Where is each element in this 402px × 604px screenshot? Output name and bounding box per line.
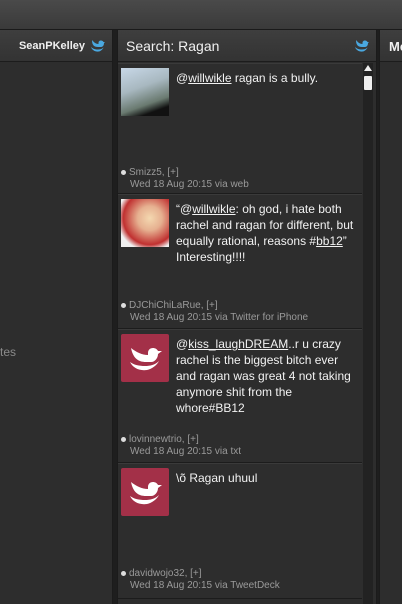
hashtag-link[interactable]: bb12 [316,234,343,248]
mention-link[interactable]: willwikle [192,202,235,216]
tweet-text-part: @ [176,337,189,351]
mention-link[interactable]: willwikle [188,71,231,85]
column-title[interactable]: Search: Ragan [126,38,219,54]
tweet-list: @willwikle ragan is a bully. Smizz5, [+]… [118,63,362,604]
user-avatar[interactable] [121,199,169,247]
user-avatar[interactable] [121,334,169,382]
column-header: Search: Ragan [118,30,376,62]
tweet-meta: davidwojo32, [+] Wed 18 Aug 20:15 via Tw… [121,568,280,592]
column-header: SeanPKelley [0,30,112,62]
column-me: Me [379,30,402,604]
tweet-text: @willwikle ragan is a bully. [176,70,360,86]
tweet-item[interactable]: @kiss_laughDREAM..r u crazy rachel is th… [118,329,362,463]
tweet-list-scrollbar[interactable] [363,63,373,604]
column-title[interactable]: Me [389,39,402,54]
tweet-text-part: ragan is a bully. [231,71,319,85]
user-avatar[interactable] [121,468,169,516]
column-title[interactable]: SeanPKelley [19,40,85,52]
tweet-item[interactable]: @willwikle ragan is a bully. Smizz5, [+]… [118,63,362,194]
scroll-up-arrow-icon[interactable] [364,65,372,71]
default-bird-icon [130,482,162,505]
tweet-item[interactable]: “@willwikle: oh god, i hate both rachel … [118,194,362,329]
twitter-bird-icon[interactable] [89,39,105,53]
column-search-ragan: Search: Ragan @willwikle ragan is a bull… [117,30,377,604]
tweet-meta: DJChiChiLaRue, [+] Wed 18 Aug 20:15 via … [121,300,308,324]
tweet-text-part: “@ [176,202,193,216]
tweet-timestamp: Wed 18 Aug 20:15 via Twitter for iPhone [130,312,309,323]
tweet-meta: lovinnewtrio, [+] Wed 18 Aug 20:15 via t… [121,434,241,458]
status-dot-icon [121,302,126,308]
user-avatar[interactable] [121,68,169,116]
tweet-meta: Smizz5, [+] Wed 18 Aug 20:15 via web [121,167,249,191]
status-dot-icon [121,169,126,175]
mention-link[interactable]: kiss_laughDREAM [188,337,288,351]
default-bird-icon [130,348,162,371]
tweet-text-part: @ [176,71,189,85]
tweet-timestamp: Wed 18 Aug 20:15 via web [130,179,249,190]
tweet-timestamp: Wed 18 Aug 20:15 via txt [130,446,242,457]
column-header: Me [380,30,402,62]
tweet-username[interactable]: davidwojo32, [+] [129,568,202,579]
tweet-text: @kiss_laughDREAM..r u crazy rachel is th… [176,336,360,416]
tweet-text: “@willwikle: oh god, i hate both rachel … [176,201,360,265]
status-dot-icon [121,436,126,442]
column-seanpkelley: SeanPKelley tes [0,30,113,604]
column-side-text: tes [0,345,17,359]
tweet-text: \õ Ragan uhuul [176,470,360,486]
tweet-item[interactable]: \õ Ragan uhuul davidwojo32, [+] Wed 18 A… [118,463,362,599]
scroll-thumb[interactable] [364,76,372,90]
tweet-timestamp: Wed 18 Aug 20:15 via TweetDeck [130,580,280,591]
window-top-bar [0,0,402,30]
tweet-username[interactable]: Smizz5, [+] [129,167,179,178]
tweet-text-part: \õ Ragan uhuul [176,471,258,485]
twitter-bird-icon[interactable] [353,39,369,53]
tweet-username[interactable]: lovinnewtrio, [+] [129,434,199,445]
tweet-username[interactable]: DJChiChiLaRue, [+] [129,300,218,311]
status-dot-icon [121,570,126,576]
